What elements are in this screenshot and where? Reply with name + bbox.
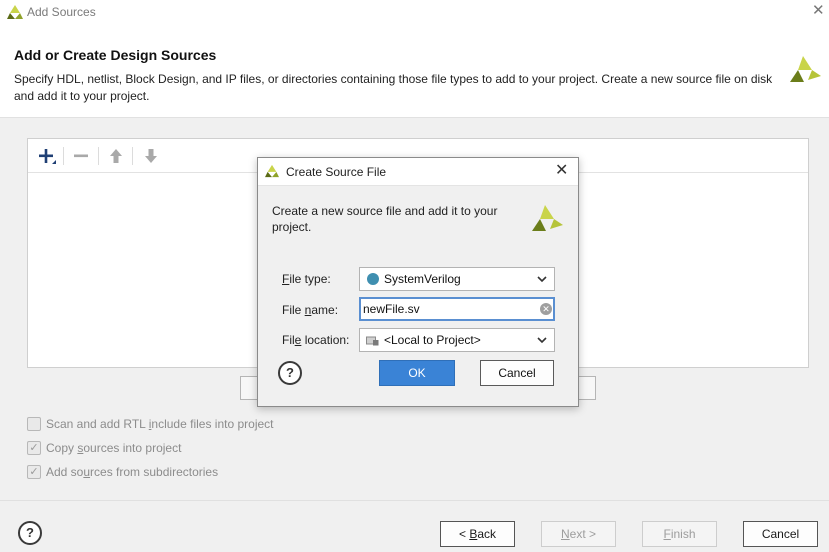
dialog-titlebar: Create Source File ✕ [258, 158, 578, 186]
cancel-button[interactable]: Cancel [743, 521, 818, 547]
option-label: Scan and add RTL include files into proj… [46, 417, 274, 431]
vivado-logo-icon [265, 164, 279, 178]
file-location-label: File location: [282, 333, 350, 347]
chevron-down-icon [537, 337, 547, 344]
file-type-value: SystemVerilog [384, 272, 461, 286]
dialog-title: Create Source File [286, 165, 387, 179]
file-type-select[interactable]: SystemVerilog [359, 267, 555, 291]
file-location-select[interactable]: <Local to Project> [359, 328, 555, 352]
move-down-icon[interactable] [141, 146, 161, 166]
window-title: Add Sources [27, 5, 96, 19]
vivado-logo-icon [790, 56, 821, 82]
checkbox-checked[interactable]: ✓ [27, 465, 41, 479]
vivado-logo-icon [532, 205, 563, 231]
next-button[interactable]: Next > [541, 521, 616, 547]
option-label: Copy sources into project [46, 441, 182, 455]
systemverilog-dot-icon [367, 273, 379, 285]
dialog-close-icon[interactable]: ✕ [555, 162, 568, 180]
clear-input-icon[interactable]: ✕ [540, 303, 552, 315]
wizard-header: Add or Create Design Sources Specify HDL… [0, 26, 829, 118]
vivado-logo-icon [7, 5, 23, 19]
add-icon[interactable] [37, 146, 57, 166]
footer-divider [0, 500, 829, 501]
file-type-label: File type: [282, 272, 331, 286]
page-title: Add or Create Design Sources [14, 47, 217, 63]
window-close-icon[interactable]: ✕ [812, 3, 825, 19]
option-label: Add sources from subdirectories [46, 465, 219, 479]
file-location-value: <Local to Project> [384, 333, 481, 347]
dialog-cancel-button[interactable]: Cancel [480, 360, 554, 386]
remove-icon[interactable] [71, 146, 91, 166]
file-name-input[interactable] [359, 297, 555, 321]
finish-button[interactable]: Finish [642, 521, 717, 547]
dialog-help-button[interactable]: ? [278, 361, 302, 385]
create-source-file-dialog: Create Source File ✕ Create a new source… [257, 157, 579, 407]
page-description: Specify HDL, netlist, Block Design, and … [14, 72, 773, 103]
checkbox[interactable] [27, 417, 41, 431]
toolbar-separator [98, 147, 99, 165]
chevron-down-icon [537, 276, 547, 283]
ok-button[interactable]: OK [379, 360, 455, 386]
toolbar-separator [63, 147, 64, 165]
file-name-label: File name: [282, 303, 339, 317]
folder-icon [366, 336, 379, 346]
checkbox-checked[interactable]: ✓ [27, 441, 41, 455]
back-button[interactable]: < Back [440, 521, 515, 547]
move-up-icon[interactable] [106, 146, 126, 166]
dialog-description: Create a new source file and add it to y… [272, 204, 498, 234]
toolbar-separator [132, 147, 133, 165]
window-titlebar: Add Sources ✕ [0, 0, 829, 26]
help-button[interactable]: ? [18, 521, 42, 545]
